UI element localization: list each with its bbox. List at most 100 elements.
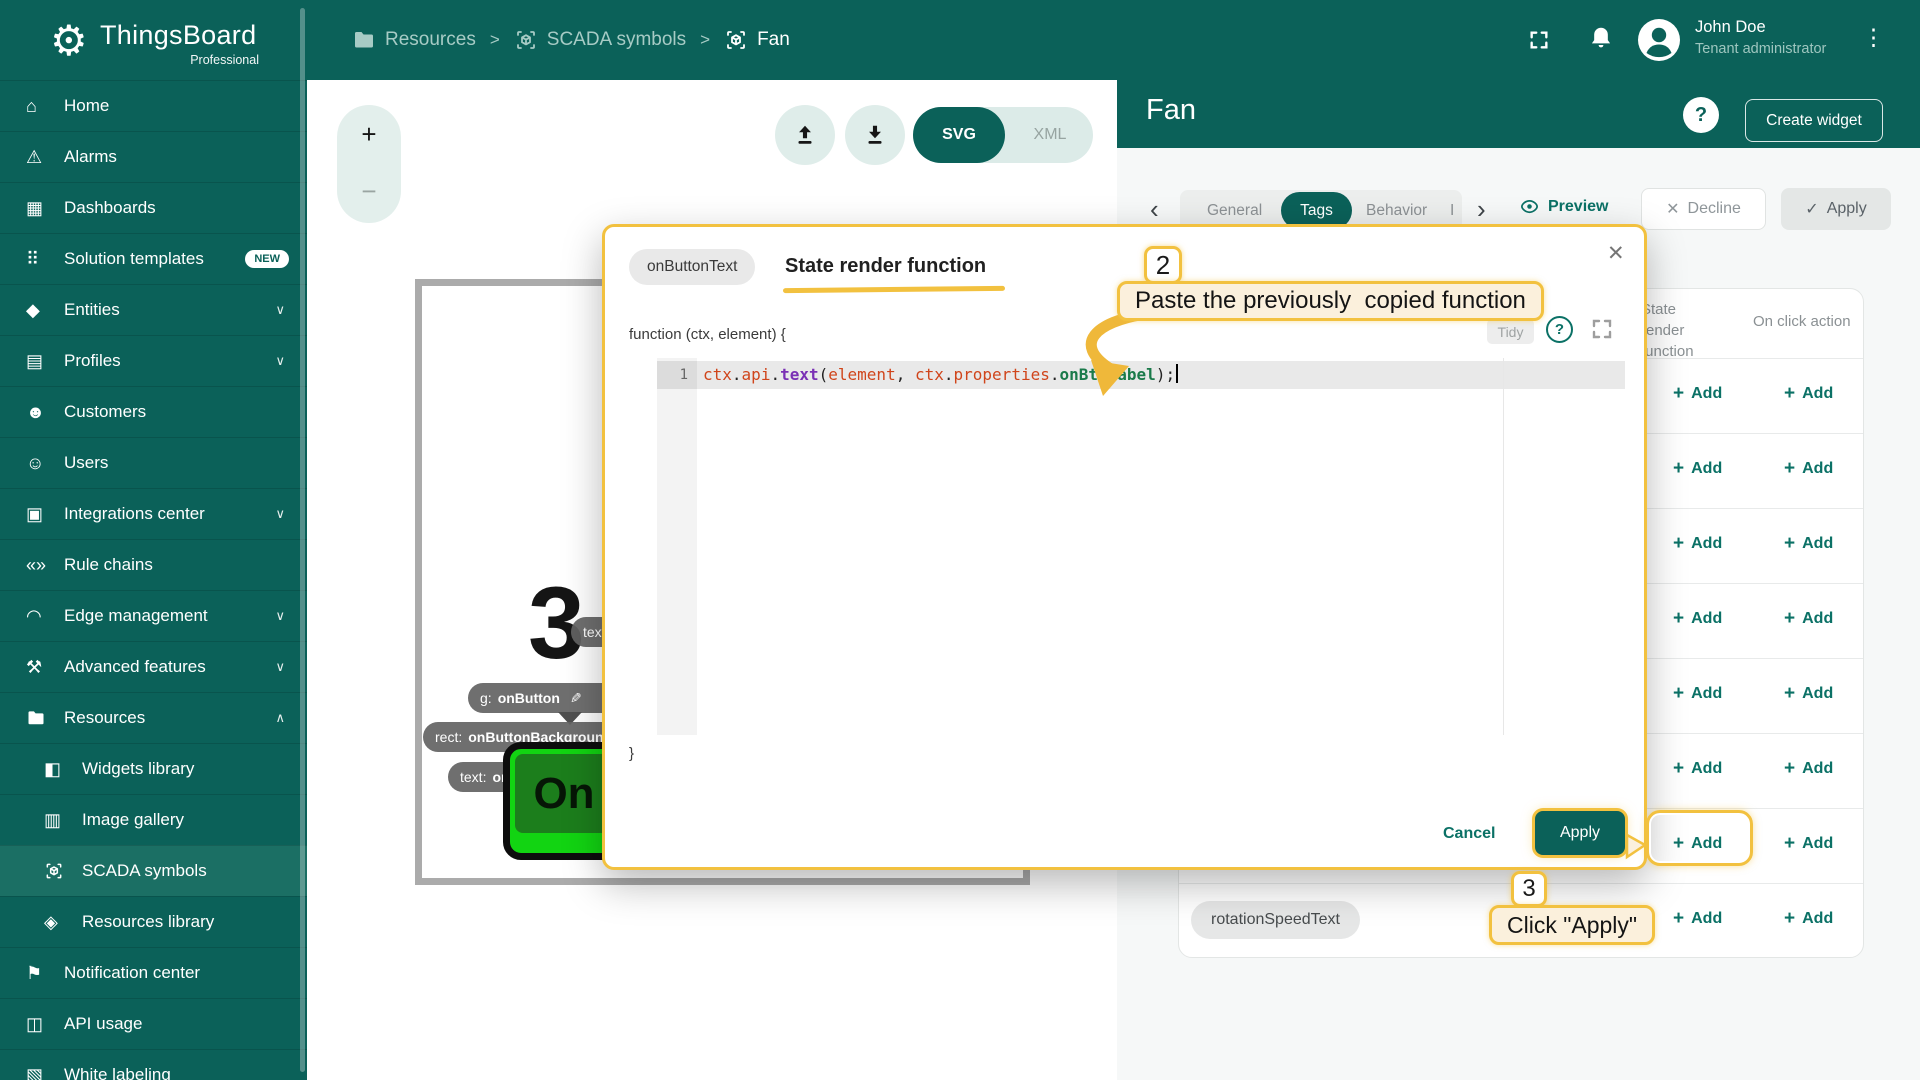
sidebar-item-customers[interactable]: ☻ Customers: [0, 386, 307, 437]
add-on-click-action-button[interactable]: + Add: [1784, 608, 1833, 630]
avatar[interactable]: [1636, 17, 1682, 63]
sidebar-item-notification-center[interactable]: ⚑ Notification center: [0, 947, 307, 998]
add-state-render-function-button[interactable]: + Add: [1673, 683, 1722, 705]
sidebar-item-image-gallery[interactable]: ▥ Image gallery: [0, 794, 307, 845]
sidebar-item-label: API usage: [64, 1014, 143, 1033]
sidebar-item-profiles[interactable]: ▤ Profiles ∨: [0, 335, 307, 386]
zoom-in-button[interactable]: +: [337, 119, 401, 150]
create-widget-button[interactable]: Create widget: [1745, 99, 1883, 142]
plus-icon: +: [1673, 608, 1685, 629]
plus-icon: +: [1673, 758, 1685, 779]
sidebar-item-integrations-center[interactable]: ▣ Integrations center ∨: [0, 488, 307, 539]
sidebar-item-resources[interactable]: Resources ∧: [0, 692, 307, 743]
breadcrumb-scada-symbols[interactable]: SCADA symbols: [514, 28, 686, 52]
sidebar-item-label: Home: [64, 96, 110, 115]
tag-overlay-onbutton[interactable]: g: onButton ✎: [468, 683, 622, 713]
sidebar-item-white-labeling[interactable]: ▧ White labeling: [0, 1049, 307, 1080]
add-label: Add: [1802, 760, 1834, 777]
add-on-click-action-button[interactable]: + Add: [1784, 758, 1833, 780]
tabs-scroll-left-icon[interactable]: ‹: [1150, 194, 1159, 225]
breadcrumb-separator: >: [700, 30, 711, 49]
plus-icon: +: [1784, 683, 1796, 704]
label-icon: ▧: [26, 1064, 44, 1080]
toggle-xml-option[interactable]: XML: [1007, 107, 1093, 163]
add-state-render-function-button[interactable]: + Add: [1673, 758, 1722, 780]
sidebar-item-users[interactable]: ☺ Users: [0, 437, 307, 488]
decline-button[interactable]: ✕ Decline: [1641, 188, 1766, 230]
breadcrumb-separator: >: [489, 30, 500, 49]
add-on-click-action-button[interactable]: + Add: [1784, 383, 1833, 405]
add-on-click-action-button[interactable]: + Add: [1784, 533, 1833, 555]
add-state-render-function-button[interactable]: + Add: [1673, 533, 1722, 555]
sidebar-item-alarms[interactable]: ⚠ Alarms: [0, 131, 307, 182]
toggle-svg-option[interactable]: SVG: [913, 107, 1005, 163]
add-on-click-action-button[interactable]: + Add: [1784, 908, 1833, 930]
dialog-tag-chip[interactable]: onButtonText: [629, 249, 756, 285]
sidebar-item-entities[interactable]: ◆ Entities ∨: [0, 284, 307, 335]
add-on-click-action-button[interactable]: + Add: [1784, 683, 1833, 705]
add-label: Add: [1691, 685, 1723, 702]
upload-button[interactable]: [775, 105, 835, 165]
add-state-render-function-button[interactable]: + Add: [1673, 608, 1722, 630]
dialog-title: State render function: [785, 255, 987, 277]
expand-editor-icon[interactable]: [1590, 317, 1614, 341]
add-on-click-action-button[interactable]: + Add: [1784, 833, 1833, 855]
upload-icon: [798, 125, 812, 144]
apply-button-top[interactable]: ✓ Apply: [1781, 188, 1891, 230]
add-state-render-function-button[interactable]: + Add: [1673, 458, 1722, 480]
sidebar-item-home[interactable]: ⌂ Home: [0, 80, 307, 131]
close-icon[interactable]: ✕: [1607, 241, 1625, 266]
code-token: .: [731, 365, 742, 384]
download-button[interactable]: [845, 105, 905, 165]
sidebar-item-rule-chains[interactable]: «» Rule chains: [0, 539, 307, 590]
sidebar-item-label: Profiles: [64, 351, 121, 370]
sidebar-item-resources-library[interactable]: ◈ Resources library: [0, 896, 307, 947]
chevron-down-icon: ∨: [275, 302, 285, 317]
breadcrumb-label: SCADA symbols: [546, 29, 687, 50]
tag-chip-rotationspeedtext[interactable]: rotationSpeedText: [1191, 901, 1360, 939]
sidebar-item-label: Advanced features: [64, 657, 206, 676]
sidebar-item-label: White labeling: [64, 1065, 171, 1080]
customers-icon: ☻: [26, 401, 45, 422]
users-icon: ☺: [26, 452, 45, 473]
api-icon: ◫: [26, 1013, 44, 1034]
tidy-button[interactable]: Tidy: [1487, 319, 1534, 344]
sidebar-item-solution-templates[interactable]: ⠿ Solution templates NEW: [0, 233, 307, 284]
sidebar-item-label: Rule chains: [64, 555, 153, 574]
breadcrumb-label: Resources: [385, 29, 476, 50]
bell-icon[interactable]: [1588, 23, 1614, 53]
chevron-up-icon: ∧: [275, 710, 285, 725]
sidebar-item-label: Notification center: [64, 963, 201, 982]
apply-button-dialog[interactable]: Apply: [1535, 811, 1625, 855]
plus-icon: +: [1784, 533, 1796, 554]
add-state-render-function-button[interactable]: + Add: [1673, 908, 1722, 930]
app-root: Resources > SCADA symbols > Fan John Doe…: [0, 0, 1920, 1080]
breadcrumb-fan[interactable]: Fan: [724, 28, 790, 52]
brand-logo[interactable]: ⚙ ThingsBoard Professional: [0, 0, 307, 80]
sidebar-item-scada-symbols[interactable]: SCADA symbols: [0, 845, 307, 896]
help-icon[interactable]: ?: [1546, 316, 1573, 343]
sidebar-item-dashboards[interactable]: ▦ Dashboards: [0, 182, 307, 233]
plus-icon: +: [1784, 458, 1796, 479]
panel-header: Fan ? Create widget: [1117, 80, 1920, 148]
sidebar-item-edge-management[interactable]: ◠ Edge management ∨: [0, 590, 307, 641]
code-editor[interactable]: 1 ctx.api.text(element, ctx.properties.o…: [657, 358, 1625, 735]
help-icon[interactable]: ?: [1683, 97, 1719, 133]
breadcrumb-resources[interactable]: Resources: [352, 28, 476, 52]
sidebar-item-api-usage[interactable]: ◫ API usage: [0, 998, 307, 1049]
edit-pencil-icon[interactable]: ✎: [570, 690, 582, 707]
sidebar-scrollbar[interactable]: [300, 8, 305, 1072]
sidebar-item-advanced-features[interactable]: ⚒ Advanced features ∨: [0, 641, 307, 692]
zoom-out-button[interactable]: −: [337, 176, 401, 207]
sidebar-item-widgets-library[interactable]: ◧ Widgets library: [0, 743, 307, 794]
preview-button[interactable]: Preview: [1519, 196, 1608, 217]
fullscreen-icon[interactable]: [1528, 29, 1550, 51]
tabs-scroll-right-icon[interactable]: ›: [1477, 194, 1486, 225]
add-state-render-function-button[interactable]: + Add: [1673, 383, 1722, 405]
cancel-button[interactable]: Cancel: [1443, 825, 1495, 843]
sidebar-item-label: Solution templates: [64, 249, 204, 268]
code-token: ctx: [703, 365, 732, 384]
add-label: Add: [1802, 685, 1834, 702]
add-on-click-action-button[interactable]: + Add: [1784, 458, 1833, 480]
more-icon[interactable]: ⋮: [1862, 24, 1885, 51]
